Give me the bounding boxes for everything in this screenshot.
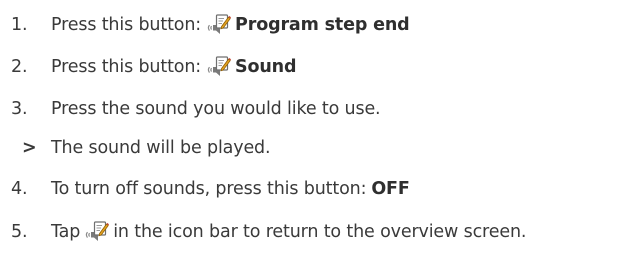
program-settings-icon: [207, 12, 231, 36]
step-text: Press the sound you would like to use.: [51, 99, 381, 119]
step-number: 4.: [11, 179, 28, 199]
result-text: The sound will be played.: [51, 138, 271, 158]
step-2: 2. Press this button: Sound: [11, 52, 297, 82]
instruction-steps: 1. Press this button: Program step end 2…: [0, 0, 625, 258]
step-text-before: Tap: [51, 222, 81, 242]
step-text-after: in the icon bar to return to the overvie…: [113, 222, 527, 242]
step-text: To turn off sounds, press this button:: [51, 179, 367, 199]
step-1: 1. Press this button: Program step end: [11, 10, 410, 40]
program-settings-icon: [85, 219, 109, 243]
step-number: 2.: [11, 57, 28, 77]
step-4: 4. To turn off sounds, press this button…: [11, 174, 410, 204]
step-5: 5. Tap in the icon bar to return to the …: [11, 217, 526, 247]
step-number: 3.: [11, 99, 28, 119]
step-number: 1.: [11, 15, 28, 35]
step-text: Press this button:: [51, 57, 202, 77]
button-label-off: OFF: [371, 179, 410, 199]
step-3: 3. Press the sound you would like to use…: [11, 94, 381, 124]
button-label-sound: Sound: [235, 57, 297, 77]
step-result: > The sound will be played.: [11, 133, 271, 163]
step-number: 5.: [11, 222, 28, 242]
program-settings-icon: [207, 54, 231, 78]
step-text: Press this button:: [51, 15, 202, 35]
result-marker: >: [22, 138, 37, 158]
button-label-program-step-end: Program step end: [235, 15, 410, 35]
